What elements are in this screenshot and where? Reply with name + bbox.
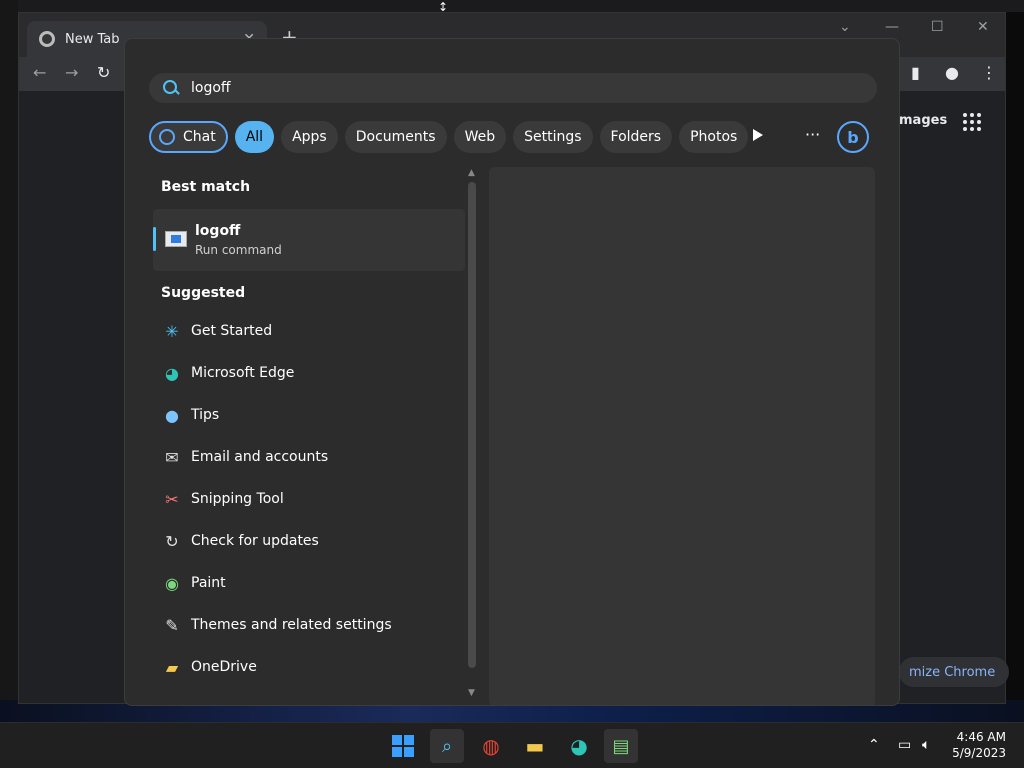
taskbar-search-button[interactable]: ⌕: [430, 729, 464, 763]
refresh-icon: ↻: [165, 531, 179, 551]
get-started-icon: ✳: [165, 321, 179, 341]
volume-icon[interactable]: 🔈︎: [922, 737, 930, 753]
search-icon: [163, 80, 179, 96]
list-item[interactable]: ◕ Microsoft Edge: [161, 361, 461, 385]
run-command-icon: [165, 231, 187, 247]
profile-icon[interactable]: ●: [945, 63, 959, 82]
tips-bulb-icon: ●: [165, 405, 179, 425]
best-match-type: Run command: [195, 243, 282, 257]
chrome-icon: [39, 31, 55, 47]
onedrive-icon: ▰: [165, 657, 179, 677]
filter-chat[interactable]: Chat: [149, 121, 228, 153]
notepad-icon: ▤: [612, 735, 630, 757]
edge-icon: ◕: [165, 363, 179, 383]
edge-icon: ◕: [570, 734, 588, 758]
taskbar-file-explorer-button[interactable]: ▬: [518, 729, 552, 763]
clock-date: 5/9/2023: [952, 746, 1006, 760]
scroll-up-icon[interactable]: ▲: [468, 168, 475, 178]
images-link[interactable]: mages: [899, 113, 947, 128]
filter-apps[interactable]: Apps: [281, 121, 338, 153]
selection-accent: [153, 227, 156, 251]
list-item[interactable]: ✉ Email and accounts: [161, 445, 461, 469]
forward-icon[interactable]: →: [65, 63, 78, 82]
windows-search-panel: logoff Chat All Apps Documents Web Setti…: [124, 38, 900, 706]
more-filters-arrow-icon[interactable]: [753, 129, 763, 141]
result-preview-pane: [489, 167, 875, 705]
filter-photos[interactable]: Photos: [679, 121, 749, 153]
taskbar-chrome-button[interactable]: ◍: [474, 729, 508, 763]
taskbar: ⌕ ◍ ▬ ◕ ▤ ⌃ ▭ 🔈︎ 4:46 AM 5/9/2023: [0, 722, 1024, 768]
list-item[interactable]: ✎ Themes and related settings: [161, 613, 461, 637]
minimize-icon[interactable]: —: [885, 19, 899, 35]
side-panel-icon[interactable]: ▮: [911, 63, 920, 82]
filter-settings[interactable]: Settings: [513, 121, 593, 153]
filter-documents[interactable]: Documents: [344, 121, 447, 153]
search-icon: ⌕: [441, 735, 453, 757]
suggested-heading: Suggested: [161, 285, 246, 301]
taskbar-edge-button[interactable]: ◕: [562, 729, 596, 763]
scroll-down-icon[interactable]: ▼: [468, 688, 475, 698]
results-scrollbar[interactable]: ▲ ▼: [468, 168, 476, 698]
best-match-heading: Best match: [161, 179, 251, 195]
snipping-tool-icon: ✂: [165, 489, 179, 509]
best-match-item[interactable]: logoff Run command: [153, 209, 465, 271]
bing-icon[interactable]: b: [837, 121, 869, 153]
best-match-name: logoff: [195, 223, 241, 239]
back-icon[interactable]: ←: [33, 63, 46, 82]
filter-all[interactable]: All: [234, 121, 275, 153]
more-options-button[interactable]: ···: [805, 125, 820, 144]
tab-search-chevron-icon[interactable]: ⌄: [839, 19, 851, 35]
paint-icon: ◉: [165, 573, 179, 593]
close-window-icon[interactable]: ✕: [977, 19, 989, 35]
windows-logo-icon: [392, 735, 414, 757]
search-filter-bar: Chat All Apps Documents Web Settings Fol…: [149, 121, 755, 153]
desktop-top-strip: [0, 0, 1024, 12]
chrome-icon: ◍: [482, 734, 500, 758]
network-icon[interactable]: ▭: [898, 737, 911, 753]
search-input[interactable]: logoff: [149, 73, 877, 103]
folder-icon: ▬: [525, 734, 545, 758]
list-item[interactable]: ✳ Get Started: [161, 319, 461, 343]
clock-time: 4:46 AM: [956, 730, 1006, 744]
start-button[interactable]: [386, 729, 420, 763]
mail-icon: ✉: [165, 447, 179, 467]
chrome-tab-title: New Tab: [65, 31, 120, 47]
customize-chrome-button[interactable]: mize Chrome: [899, 657, 1009, 687]
filter-web[interactable]: Web: [453, 121, 507, 153]
brush-icon: ✎: [165, 615, 179, 635]
scrollbar-thumb[interactable]: [468, 182, 476, 668]
desktop-left-edge: [0, 0, 18, 728]
list-item[interactable]: ▰ OneDrive: [161, 655, 461, 679]
system-clock[interactable]: 4:46 AM 5/9/2023: [952, 729, 1006, 761]
maximize-icon[interactable]: ☐: [931, 19, 944, 35]
bing-chat-icon: [159, 129, 175, 145]
chrome-menu-icon[interactable]: ⋮: [981, 63, 997, 82]
taskbar-app-button[interactable]: ▤: [604, 729, 638, 763]
list-item[interactable]: ✂ Snipping Tool: [161, 487, 461, 511]
google-apps-icon[interactable]: [963, 113, 981, 131]
show-hidden-icons-icon[interactable]: ⌃: [868, 737, 880, 753]
search-query: logoff: [191, 80, 231, 96]
reload-icon[interactable]: ↻: [97, 63, 110, 82]
list-item[interactable]: ◉ Paint: [161, 571, 461, 595]
search-results-list: Best match logoff Run command Suggested …: [149, 167, 469, 705]
list-item[interactable]: ● Tips: [161, 403, 461, 427]
filter-folders[interactable]: Folders: [599, 121, 673, 153]
list-item[interactable]: ↻ Check for updates: [161, 529, 461, 553]
